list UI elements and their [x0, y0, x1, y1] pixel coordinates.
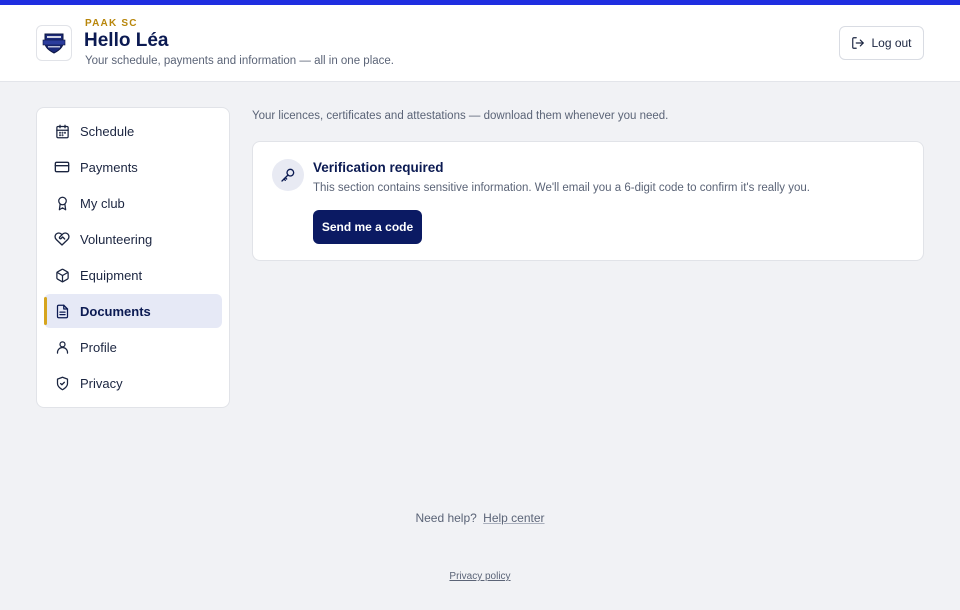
sidebar-item-profile[interactable]: Profile: [44, 330, 222, 364]
club-name: PAAK SC: [85, 18, 138, 29]
sidebar-item-payments[interactable]: Payments: [44, 150, 222, 184]
key-icon: [272, 159, 304, 191]
verification-description: This section contains sensitive informat…: [313, 182, 810, 194]
sidebar-item-volunteering[interactable]: Volunteering: [44, 222, 222, 256]
sidebar-item-schedule[interactable]: Schedule: [44, 114, 222, 148]
logout-button[interactable]: Log out: [839, 26, 924, 60]
help-footer: Need help? Help center: [0, 511, 960, 525]
sidebar-item-my-club[interactable]: My club: [44, 186, 222, 220]
page-title: Hello Léa: [84, 30, 169, 51]
box-icon: [54, 267, 70, 283]
sidebar-item-label: Profile: [80, 339, 117, 355]
sidebar-nav: Schedule Payments My club Volunteering E…: [36, 107, 230, 408]
user-icon: [54, 339, 70, 355]
document-icon: [54, 303, 70, 319]
help-center-link[interactable]: Help center: [483, 511, 544, 525]
header-subtitle: Your schedule, payments and information …: [85, 55, 394, 67]
sidebar-item-documents[interactable]: Documents: [44, 294, 222, 328]
club-crest-icon: [42, 33, 66, 54]
sidebar-item-equipment[interactable]: Equipment: [44, 258, 222, 292]
help-prefix: Need help?: [415, 511, 477, 525]
calendar-icon: [54, 123, 70, 139]
sidebar-item-label: Volunteering: [80, 231, 153, 247]
sidebar-item-label: My club: [80, 195, 125, 211]
privacy-policy-link[interactable]: Privacy policy: [449, 571, 510, 582]
documents-intro: Your licences, certificates and attestat…: [252, 110, 669, 122]
handshake-heart-icon: [54, 231, 70, 247]
shield-check-icon: [54, 375, 70, 391]
logout-icon: [852, 37, 865, 49]
privacy-footer: Privacy policy: [0, 571, 960, 582]
sidebar-item-label: Privacy: [80, 375, 123, 391]
sidebar-item-label: Schedule: [80, 123, 135, 139]
verification-title: Verification required: [313, 160, 444, 175]
credit-card-icon: [54, 159, 70, 175]
verification-card: Verification required This section conta…: [252, 141, 924, 261]
page-header: PAAK SC Hello Léa Your schedule, payment…: [0, 5, 960, 82]
sidebar-item-label: Documents: [80, 303, 151, 319]
club-logo: [36, 25, 72, 61]
award-icon: [54, 195, 70, 211]
sidebar-item-privacy[interactable]: Privacy: [44, 366, 222, 400]
sidebar-item-label: Equipment: [80, 267, 143, 283]
sidebar-item-label: Payments: [80, 159, 138, 175]
send-code-button[interactable]: Send me a code: [313, 210, 422, 244]
logout-label: Log out: [871, 36, 912, 50]
